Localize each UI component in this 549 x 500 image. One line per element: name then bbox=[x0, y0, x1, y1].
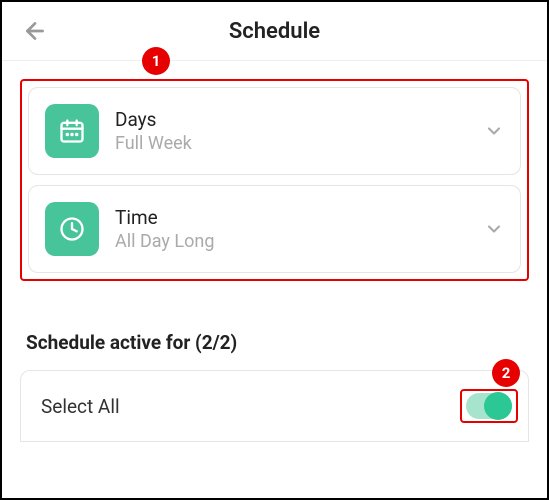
chevron-down-icon bbox=[484, 219, 504, 239]
header: Schedule bbox=[2, 2, 547, 61]
chevron-down-icon bbox=[484, 121, 504, 141]
days-text: Days Full Week bbox=[115, 108, 484, 154]
callout-badge-1: 1 bbox=[142, 47, 170, 75]
time-subtitle: All Day Long bbox=[115, 231, 484, 252]
section-title: Schedule active for (2/2) bbox=[26, 331, 529, 354]
days-card[interactable]: Days Full Week bbox=[28, 87, 521, 175]
toggle-knob bbox=[484, 392, 512, 420]
select-all-row: Select All 2 bbox=[20, 370, 529, 442]
time-text: Time All Day Long bbox=[115, 206, 484, 252]
back-button[interactable] bbox=[22, 18, 48, 44]
days-subtitle: Full Week bbox=[115, 133, 484, 154]
content: 1 Days Full Week bbox=[2, 61, 547, 442]
clock-icon bbox=[45, 202, 99, 256]
arrow-left-icon bbox=[22, 18, 48, 44]
calendar-icon bbox=[45, 104, 99, 158]
days-title: Days bbox=[115, 108, 484, 131]
page-title: Schedule bbox=[229, 19, 320, 44]
time-title: Time bbox=[115, 206, 484, 229]
time-card[interactable]: Time All Day Long bbox=[28, 185, 521, 273]
callout-badge-2: 2 bbox=[492, 359, 520, 387]
select-all-label: Select All bbox=[41, 395, 120, 418]
select-all-toggle[interactable] bbox=[466, 393, 512, 419]
callout-group-toggle: 2 bbox=[460, 389, 518, 423]
callout-group-schedule: 1 Days Full Week bbox=[20, 79, 529, 281]
